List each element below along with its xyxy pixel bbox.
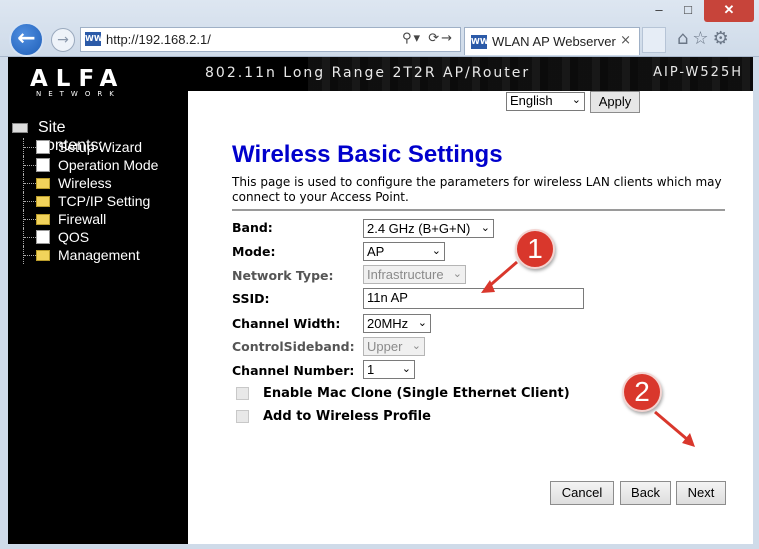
minimize-button[interactable]: – (645, 0, 673, 22)
home-favorites-settings-icon[interactable]: ⌂☆⚙ (677, 28, 733, 49)
window-frame-right (753, 57, 759, 544)
apply-button[interactable]: Apply (590, 91, 640, 113)
tree-connector (24, 165, 36, 166)
channel-number-value: 1 (367, 362, 375, 377)
wireless-profile-label: Add to Wireless Profile (263, 409, 431, 424)
network-type-select: Infrastructure ⌄ (363, 265, 466, 284)
page-title: Wireless Basic Settings (232, 141, 503, 168)
maximize-button[interactable]: □ (674, 0, 702, 22)
address-bar[interactable]: WW http://192.168.2.1/ ⚲▾ ⟳→ (80, 27, 461, 52)
cancel-button[interactable]: Cancel (550, 481, 614, 505)
back-button[interactable]: Back (620, 481, 671, 505)
banner-title: 802.11n Long Range 2T2R AP/Router (205, 65, 531, 81)
document-icon (36, 158, 50, 172)
chevron-down-icon: ⌄ (417, 317, 427, 329)
window-frame-bottom (0, 544, 759, 549)
ssid-label: SSID: (232, 291, 270, 306)
mode-select[interactable]: AP ⌄ (363, 242, 445, 261)
mode-value: AP (367, 244, 385, 259)
sidebar-item-label: Firewall (58, 211, 107, 227)
page-description: This page is used to configure the param… (232, 175, 722, 204)
tab-favicon-icon: WW (471, 35, 489, 49)
band-select[interactable]: 2.4 GHz (B+G+N) ⌄ (363, 219, 494, 238)
folder-icon (36, 178, 50, 189)
chevron-down-icon: ⌄ (452, 268, 462, 280)
network-type-label: Network Type: (232, 268, 334, 283)
main-content: English ⌄ Apply Wireless Basic Settings … (188, 91, 753, 544)
ssid-value: 11n AP (367, 290, 408, 305)
language-select[interactable]: English ⌄ (506, 92, 585, 111)
tab-wlan-ap[interactable]: WW WLAN AP Webserver × (464, 27, 640, 55)
language-value: English (510, 93, 553, 108)
folder-icon (36, 250, 50, 261)
tree-connector (24, 255, 36, 256)
sidebar-item-label: Setup Wizard (58, 139, 143, 155)
control-sideband-value: Upper (367, 339, 403, 354)
tree-connector (24, 183, 36, 184)
sidebar-item-label: Wireless (58, 175, 112, 191)
alfa-logo-sub: NETWORK (36, 90, 121, 98)
channel-width-select[interactable]: 20MHz ⌄ (363, 314, 431, 333)
browser-chrome: – □ ✕ ← → WW http://192.168.2.1/ ⚲▾ ⟳→ W… (0, 0, 759, 57)
banner-model: AIP-W525H (653, 65, 743, 80)
control-sideband-select: Upper ⌄ (363, 337, 425, 356)
tab-close-icon[interactable]: × (620, 33, 631, 48)
control-sideband-label: ControlSideband: (232, 339, 355, 354)
next-button[interactable]: Next (676, 481, 726, 505)
network-type-value: Infrastructure (367, 267, 444, 282)
back-arrow-icon[interactable]: ← (9, 22, 44, 57)
address-url[interactable]: http://192.168.2.1/ (106, 32, 211, 47)
chevron-down-icon: ⌄ (480, 222, 490, 234)
new-tab-button[interactable] (642, 27, 666, 53)
channel-width-label: Channel Width: (232, 316, 341, 331)
channel-width-value: 20MHz (367, 316, 409, 331)
tab-title: WLAN AP Webserver (492, 34, 616, 49)
callout-badge-2: 2 (622, 372, 662, 412)
apply-label: Apply (598, 94, 632, 109)
computer-icon (12, 123, 28, 133)
sidebar-item-label: Operation Mode (58, 157, 159, 173)
chevron-down-icon: ⌄ (571, 94, 581, 106)
window-frame-left (0, 57, 8, 544)
search-refresh-icon[interactable]: ⚲▾ ⟳→ (402, 31, 454, 46)
forward-arrow-icon[interactable]: → (51, 28, 75, 52)
document-icon (36, 230, 50, 244)
band-value: 2.4 GHz (B+G+N) (367, 221, 471, 236)
ssid-input[interactable]: 11n AP (363, 288, 584, 309)
chevron-down-icon: ⌄ (411, 340, 421, 352)
router-page: 802.11n Long Range 2T2R AP/Router AIP-W5… (8, 57, 753, 544)
sidebar-item-label: TCP/IP Setting (58, 193, 151, 209)
tree-connector (24, 201, 36, 202)
channel-number-label: Channel Number: (232, 363, 355, 378)
band-label: Band: (232, 220, 273, 235)
document-icon (36, 140, 50, 154)
close-window-button[interactable]: ✕ (704, 0, 754, 22)
mode-label: Mode: (232, 244, 276, 259)
sidebar-item-label: Management (58, 247, 140, 263)
divider (232, 209, 725, 211)
sidebar: ALFA NETWORK Site contents: Setup Wizard… (8, 57, 188, 544)
mac-clone-label: Enable Mac Clone (Single Ethernet Client… (263, 386, 570, 401)
chevron-down-icon: ⌄ (431, 245, 441, 257)
site-favicon-icon: WW (85, 32, 103, 46)
callout-badge-1: 1 (515, 229, 555, 269)
channel-number-select[interactable]: 1 ⌄ (363, 360, 415, 379)
mac-clone-checkbox[interactable] (236, 387, 249, 400)
folder-icon (36, 214, 50, 225)
tree-connector (24, 219, 36, 220)
sidebar-item-label: QOS (58, 229, 90, 245)
tree-connector (24, 147, 36, 148)
wireless-profile-checkbox[interactable] (236, 410, 249, 423)
chevron-down-icon: ⌄ (401, 363, 411, 375)
tree-connector (24, 237, 36, 238)
folder-icon (36, 196, 50, 207)
alfa-logo: ALFA (30, 66, 126, 92)
